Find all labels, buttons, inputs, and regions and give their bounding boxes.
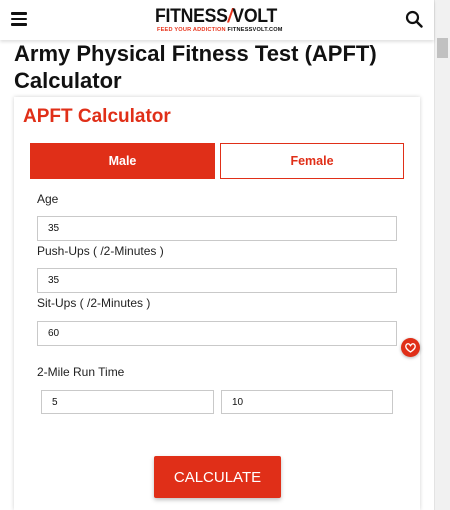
calculator-card: APFT Calculator Male Female Age Push-Ups…: [14, 97, 420, 510]
calculate-button[interactable]: CALCULATE: [154, 456, 281, 498]
scrollbar-thumb[interactable]: [437, 38, 448, 58]
page-title: Army Physical Fitness Test (APFT) Calcul…: [14, 41, 377, 93]
situps-label: Sit-Ups ( /2-Minutes ): [37, 296, 151, 310]
run-minutes-field[interactable]: [41, 390, 214, 414]
run-time-label: 2-Mile Run Time: [37, 365, 125, 379]
favorite-button[interactable]: [401, 338, 420, 357]
pushups-field[interactable]: [37, 268, 397, 293]
logo-wordmark: FITNESS/VOLT: [155, 6, 278, 27]
hamburger-menu-icon[interactable]: [11, 12, 27, 26]
run-seconds-field[interactable]: [221, 390, 393, 414]
tab-female[interactable]: Female: [220, 143, 404, 179]
pushups-label: Push-Ups ( /2-Minutes ): [37, 244, 164, 258]
situps-field[interactable]: [37, 321, 397, 346]
tab-male[interactable]: Male: [30, 143, 215, 179]
search-icon[interactable]: [405, 10, 423, 28]
calculator-title: APFT Calculator: [23, 106, 171, 127]
site-logo[interactable]: FITNESS/VOLT FEED YOUR ADDICTION FITNESS…: [155, 7, 285, 37]
logo-tagline: FEED YOUR ADDICTION FITNESSVOLT.COM: [157, 27, 283, 33]
heart-icon: [405, 342, 416, 353]
age-label: Age: [37, 192, 59, 206]
age-field[interactable]: [37, 216, 397, 241]
site-header: FITNESS/VOLT FEED YOUR ADDICTION FITNESS…: [0, 0, 434, 40]
page-scrollbar[interactable]: [434, 0, 450, 510]
